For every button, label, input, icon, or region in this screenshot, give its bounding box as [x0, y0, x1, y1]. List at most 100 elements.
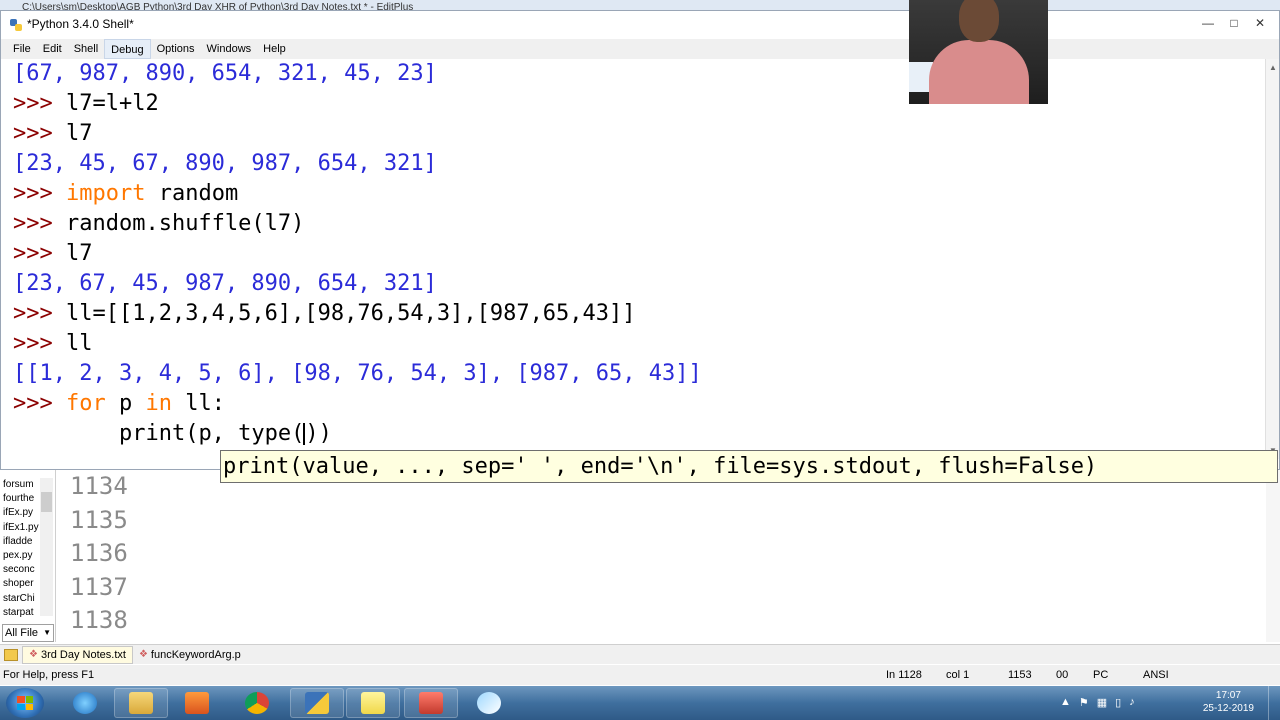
- line-number-gutter: 1134 1135 1136 1137 1138: [70, 470, 128, 638]
- media-player-icon[interactable]: [170, 688, 224, 718]
- input-text: l7: [65, 121, 93, 146]
- network-icon[interactable]: ▦: [1097, 696, 1107, 709]
- file-list-item[interactable]: pex.py: [3, 549, 39, 563]
- file-filter-value: All File: [5, 627, 39, 639]
- battery-icon[interactable]: ▯: [1115, 696, 1121, 709]
- status-encoding: ANSI: [1143, 669, 1169, 681]
- shell-output-line: [23, 45, 67, 890, 987, 654, 321]: [13, 149, 702, 179]
- file-list-item[interactable]: starpat: [3, 606, 39, 620]
- windows-logo-icon: [17, 696, 33, 710]
- menu-debug[interactable]: Debug: [104, 39, 151, 59]
- minimize-button[interactable]: —: [1195, 13, 1221, 33]
- output-text: [[1, 2, 3, 4, 5, 6], [98, 76, 54, 3], [9…: [13, 361, 702, 386]
- file-list: forsum fourthe ifEx.py ifEx1.py ifladde pex.p…: [3, 478, 39, 620]
- tab-label: funcKeywordArg.p: [150, 648, 241, 661]
- internet-explorer-icon[interactable]: [58, 688, 112, 718]
- editplus-editor-scrollbar[interactable]: [1266, 470, 1280, 642]
- tray-icons: ▲ ⚑ ▦ ▯ ♪: [1060, 696, 1135, 709]
- shell-current-input[interactable]: print(p, type()): [13, 419, 702, 449]
- input-text: ll=[[1,2,3,4,5,6],[98,76,54,3],[987,65,4…: [65, 301, 636, 326]
- output-text: [23, 45, 67, 890, 987, 654, 321]: [13, 151, 437, 176]
- file-list-scrollbar[interactable]: [40, 478, 53, 616]
- editplus-icon[interactable]: [404, 688, 458, 718]
- python-icon: [10, 19, 22, 31]
- file-list-item[interactable]: shoper: [3, 577, 39, 591]
- keyword: import: [65, 181, 146, 206]
- line-number: 1138: [70, 606, 128, 634]
- flag-icon[interactable]: ⚑: [1079, 696, 1089, 709]
- taskbar-clock[interactable]: 17:07 25-12-2019: [1203, 689, 1254, 715]
- close-button[interactable]: ✕: [1247, 13, 1273, 33]
- shell-prompt: >>>: [13, 301, 66, 326]
- desktop-screen: C:\Users\sm\Desktop\AGB Python\3rd Day X…: [0, 0, 1280, 720]
- menu-windows[interactable]: Windows: [201, 39, 258, 59]
- shell-input-line: >>> l7: [13, 239, 702, 269]
- editplus-document-tabs: ❖ 3rd Day Notes.txt ❖ funcKeywordArg.p: [0, 644, 1280, 664]
- shell-output-line: [23, 67, 45, 987, 890, 654, 321]: [13, 269, 702, 299]
- windows-taskbar: ▲ ⚑ ▦ ▯ ♪ 17:07 25-12-2019: [0, 686, 1280, 720]
- shell-history: [67, 987, 890, 654, 321, 45, 23] >>> l7=l…: [13, 59, 702, 389]
- python-idle-icon[interactable]: [290, 688, 344, 718]
- status-col: col 1: [946, 669, 970, 681]
- input-text: random: [145, 181, 239, 206]
- folder-icon: [4, 648, 18, 661]
- shell-text-area[interactable]: [67, 987, 890, 654, 321, 45, 23] >>> l7=l…: [13, 59, 702, 449]
- tab-3rd-day-notes[interactable]: ❖ 3rd Day Notes.txt: [22, 645, 133, 664]
- input-text: random.shuffle(l7): [65, 211, 305, 236]
- shell-input-line: >>> ll: [13, 329, 702, 359]
- tab-label: 3rd Day Notes.txt: [40, 648, 126, 661]
- shell-prompt: >>>: [13, 121, 66, 146]
- shell-input-line: >>> l7: [13, 119, 702, 149]
- volume-icon[interactable]: ♪: [1129, 696, 1135, 709]
- menu-file[interactable]: File: [7, 39, 37, 59]
- chrome-icon[interactable]: [230, 688, 284, 718]
- line-number: 1134: [70, 472, 128, 500]
- input-text: ll: [65, 331, 93, 356]
- status-code: 00: [1056, 669, 1069, 681]
- status-help: For Help, press F1: [3, 669, 95, 681]
- for-var: p: [105, 391, 146, 416]
- shell-prompt: >>>: [13, 391, 66, 416]
- idle-menu-bar: File Edit Shell Debug Options Windows He…: [1, 39, 1279, 59]
- status-total-lines: 1153: [1008, 669, 1032, 681]
- file-list-item[interactable]: fourthe: [3, 492, 39, 506]
- calltip-popup: print(value, ..., sep=' ', end='\n', fil…: [220, 450, 1278, 483]
- menu-options[interactable]: Options: [151, 39, 201, 59]
- shell-input-line: >>> l7=l+l2: [13, 89, 702, 119]
- shell-output-line: [67, 987, 890, 654, 321, 45, 23]: [13, 59, 702, 89]
- input-indent: [13, 421, 119, 446]
- file-list-item[interactable]: starChi: [3, 592, 39, 606]
- menu-edit[interactable]: Edit: [37, 39, 68, 59]
- menu-help[interactable]: Help: [257, 39, 292, 59]
- file-filter-select[interactable]: All File ▼: [2, 624, 54, 642]
- file-list-item[interactable]: ifEx.py: [3, 506, 39, 520]
- file-list-item[interactable]: seconc: [3, 563, 39, 577]
- tab-func-keyword-arg[interactable]: ❖ funcKeywordArg.p: [133, 647, 247, 663]
- line-number: 1136: [70, 539, 128, 567]
- status-line: In 1128: [886, 669, 922, 681]
- idle-title-bar: *Python 3.4.0 Shell* — □ ✕: [1, 11, 1279, 37]
- shell-input-line: >>> random.shuffle(l7): [13, 209, 702, 239]
- sticky-notes-icon[interactable]: [346, 688, 400, 718]
- modified-icon: ❖: [29, 649, 38, 660]
- start-button[interactable]: [6, 688, 44, 718]
- paint-icon[interactable]: [462, 688, 516, 718]
- chevron-down-icon: ▼: [43, 628, 51, 637]
- show-hidden-icons-icon[interactable]: ▲: [1060, 696, 1071, 709]
- maximize-button[interactable]: □: [1221, 13, 1247, 33]
- menu-shell[interactable]: Shell: [68, 39, 104, 59]
- clock-date: 25-12-2019: [1202, 703, 1254, 714]
- file-explorer-icon[interactable]: [114, 688, 168, 718]
- file-list-item[interactable]: ifladde: [3, 535, 39, 549]
- system-tray: ▲ ⚑ ▦ ▯ ♪ 17:07 25-12-2019: [1060, 686, 1280, 720]
- shell-prompt: >>>: [13, 91, 66, 116]
- editplus-status-bar: For Help, press F1 In 1128 col 1 1153 00…: [0, 665, 1280, 685]
- idle-shell-window: *Python 3.4.0 Shell* — □ ✕ File Edit She…: [0, 10, 1280, 470]
- show-desktop-button[interactable]: [1268, 686, 1280, 720]
- scroll-up-arrow-icon[interactable]: ▲: [1269, 63, 1277, 72]
- idle-vertical-scrollbar[interactable]: ▲ ▼: [1265, 59, 1279, 459]
- shell-line-for: >>> for p in ll:: [13, 389, 702, 419]
- file-list-item[interactable]: ifEx1.py: [3, 521, 39, 535]
- input-before-cursor: print(p, type(: [118, 421, 305, 446]
- file-list-item[interactable]: forsum: [3, 478, 39, 492]
